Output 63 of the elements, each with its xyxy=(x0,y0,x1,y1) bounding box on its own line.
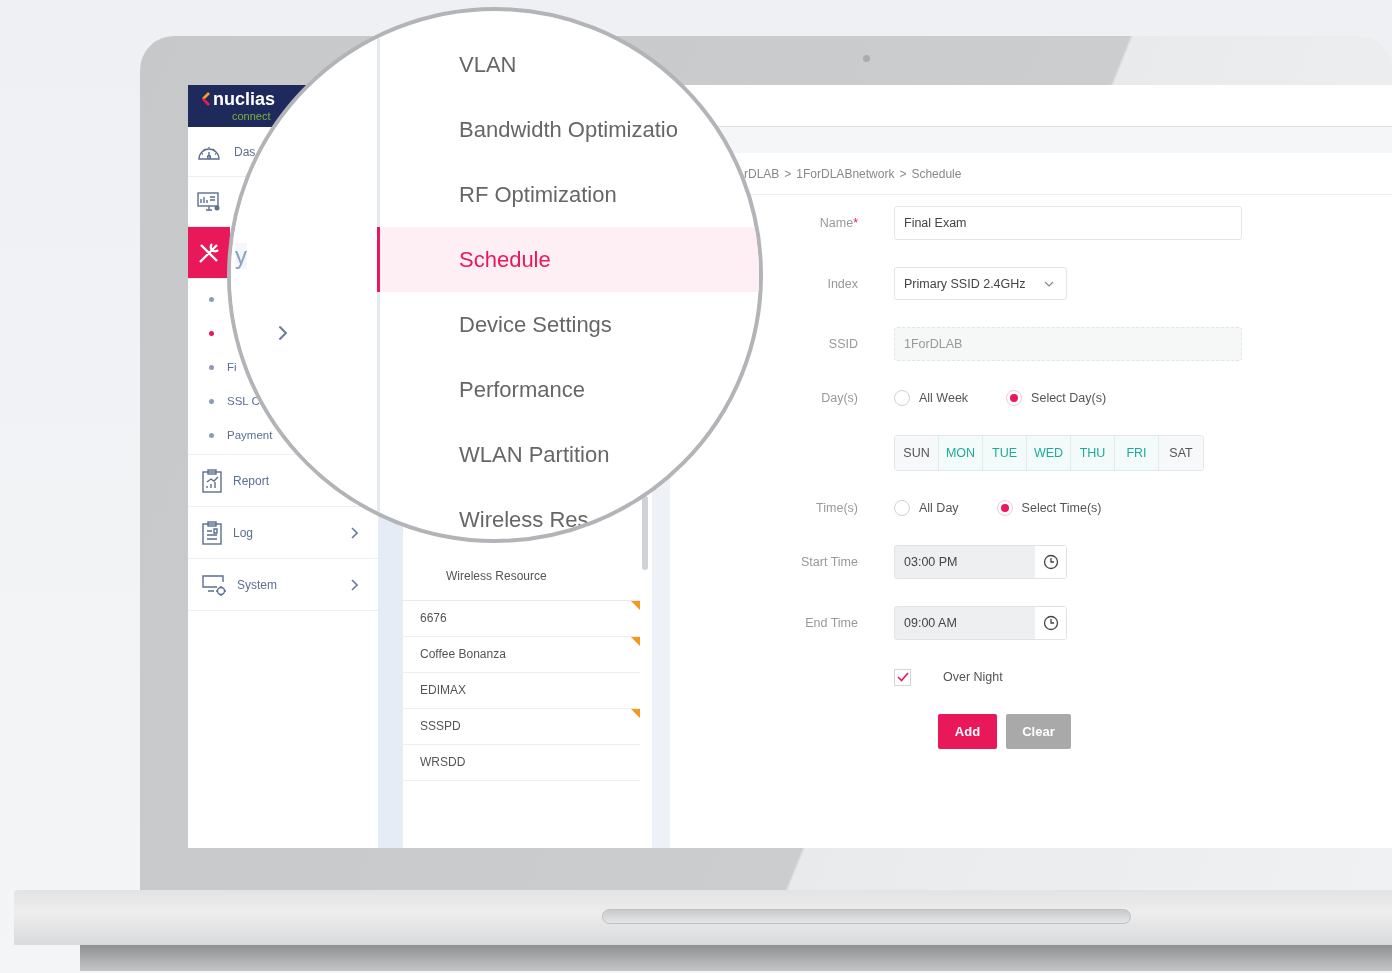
radio-option[interactable]: All Week xyxy=(894,390,969,406)
logo-text: nuclias xyxy=(213,88,276,110)
field-label: SSID xyxy=(827,337,858,351)
clock-icon[interactable] xyxy=(1035,546,1066,578)
breadcrumb-separator: > xyxy=(784,166,792,181)
end-time-field[interactable]: 09:00 AM xyxy=(894,606,1067,640)
chevron-right-icon xyxy=(276,325,288,341)
checkbox[interactable] xyxy=(894,668,911,686)
field-label: Day(s) xyxy=(820,391,858,405)
site-item[interactable]: 6676 xyxy=(403,601,640,637)
index-dropdown[interactable]: Primary SSID 2.4GHz xyxy=(894,267,1067,300)
radio-option[interactable]: Select Time(s) xyxy=(996,500,1102,516)
clock-icon[interactable] xyxy=(1035,607,1066,639)
menu-label[interactable]: Report xyxy=(233,473,270,488)
radio-label: All Week xyxy=(919,391,969,405)
submenu-item[interactable]: Wireless Resource xyxy=(403,555,640,601)
field-label: Start Time xyxy=(800,555,858,569)
clipboard-chart-icon xyxy=(201,468,223,493)
radio-label: Select Time(s) xyxy=(1021,501,1102,515)
name-field[interactable]: Final Exam xyxy=(894,206,1242,240)
submenu-label[interactable]: Fi xyxy=(227,361,237,373)
field-label: Name* xyxy=(818,216,858,230)
site-item[interactable]: EDIMAX xyxy=(403,673,640,709)
checkbox-label: Over Night xyxy=(943,670,1003,684)
monitor-icon xyxy=(197,190,221,213)
radio-label: Select Day(s) xyxy=(1031,391,1107,405)
menu-item[interactable]: VLAN xyxy=(377,32,759,97)
breadcrumb-link[interactable]: 1ForDLABnetwork xyxy=(796,166,895,181)
camera-dot xyxy=(863,55,870,62)
scrollbar-thumb[interactable] xyxy=(642,496,648,570)
caret-icon xyxy=(1044,280,1054,287)
clipboard-list-icon xyxy=(201,520,223,545)
monitor-gear-icon xyxy=(201,572,227,597)
menu-label[interactable]: System xyxy=(237,577,277,592)
radio-option[interactable]: Select Day(s) xyxy=(1006,390,1107,406)
menu-item[interactable]: Bandwidth Optimizatio xyxy=(377,97,759,162)
menu-label: y xyxy=(235,243,247,269)
menu-item[interactable]: Schedule xyxy=(377,227,759,292)
field-label: Time(s) xyxy=(815,501,858,515)
form-button[interactable]: Add xyxy=(938,714,997,749)
menu-item[interactable]: Device Settings xyxy=(377,292,759,357)
field-label: Index xyxy=(826,276,858,291)
day-toggle[interactable]: SAT xyxy=(1159,436,1203,470)
menu-label[interactable]: Log xyxy=(233,525,254,540)
menu-icon-tile[interactable] xyxy=(188,227,230,278)
radio-label: All Day xyxy=(919,501,959,515)
radio-option[interactable]: All Day xyxy=(894,500,959,516)
tools-icon xyxy=(197,240,221,265)
site-item[interactable]: Coffee Bonanza xyxy=(403,637,640,673)
breadcrumb-link[interactable]: rDLAB xyxy=(744,166,780,181)
field-label: End Time xyxy=(804,616,858,630)
logo-chevron-icon xyxy=(201,92,211,106)
breadcrumb-link[interactable]: Schedule xyxy=(911,166,962,181)
site-item[interactable]: SSSPD xyxy=(403,709,640,745)
menu-item[interactable]: Performance xyxy=(377,357,759,422)
logo-subtitle: connect xyxy=(232,110,272,122)
breadcrumb-separator: > xyxy=(899,166,907,181)
menu-item[interactable]: WLAN Partition xyxy=(377,422,759,487)
start-time-field[interactable]: 03:00 PM xyxy=(894,545,1067,579)
menu-label[interactable]: Das xyxy=(234,144,256,159)
day-toggle[interactable]: SUN xyxy=(895,436,939,470)
site-item[interactable]: WRSDD xyxy=(403,745,640,781)
submenu-label[interactable]: Payment xyxy=(227,429,273,441)
